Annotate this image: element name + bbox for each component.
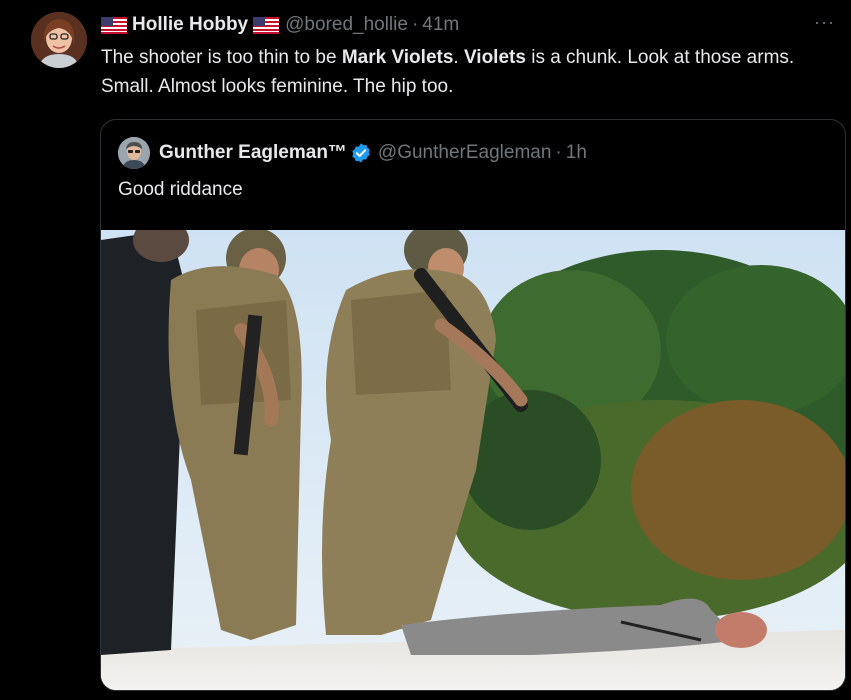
quoted-tweet-text: Good riddance bbox=[118, 179, 243, 200]
tweet-timestamp[interactable]: 41m bbox=[422, 14, 459, 36]
tweet-text-part: . bbox=[453, 47, 464, 68]
quoted-author-avatar[interactable] bbox=[118, 137, 150, 169]
separator-dot: · bbox=[411, 14, 419, 35]
us-flag-icon bbox=[253, 16, 280, 34]
quoted-tweet-timestamp[interactable]: 1h bbox=[566, 142, 587, 164]
quoted-tweet[interactable]: Gunther Eagleman™ @GuntherEagleman · 1h … bbox=[100, 119, 846, 691]
tweet-text-bold: Violets bbox=[463, 47, 526, 68]
more-options-icon[interactable]: ··· bbox=[814, 12, 835, 33]
quoted-author-name[interactable]: Gunther Eagleman™ bbox=[159, 142, 347, 164]
quoted-author-handle[interactable]: @GuntherEagleman bbox=[378, 142, 552, 164]
verified-badge-icon bbox=[352, 143, 370, 163]
quoted-tweet-header: Gunther Eagleman™ @GuntherEagleman · 1h bbox=[118, 137, 587, 169]
tweet-header: Hollie Hobby @bored_hollie · 41m bbox=[101, 12, 459, 38]
quoted-tweet-photo[interactable] bbox=[101, 230, 845, 690]
separator-dot: · bbox=[555, 142, 562, 163]
tweet-text-bold: Mark Violets bbox=[341, 47, 454, 68]
tweet-text-part: The shooter is too thin to be bbox=[101, 47, 342, 68]
tweet-text: The shooter is too thin to be Mark Viole… bbox=[101, 43, 851, 101]
us-flag-icon bbox=[101, 16, 127, 34]
author-avatar[interactable] bbox=[31, 12, 87, 68]
author-name[interactable]: Hollie Hobby bbox=[132, 14, 248, 36]
photo-of-armed-officers-on-rooftop bbox=[101, 230, 845, 690]
author-handle[interactable]: @bored_hollie bbox=[285, 14, 408, 36]
